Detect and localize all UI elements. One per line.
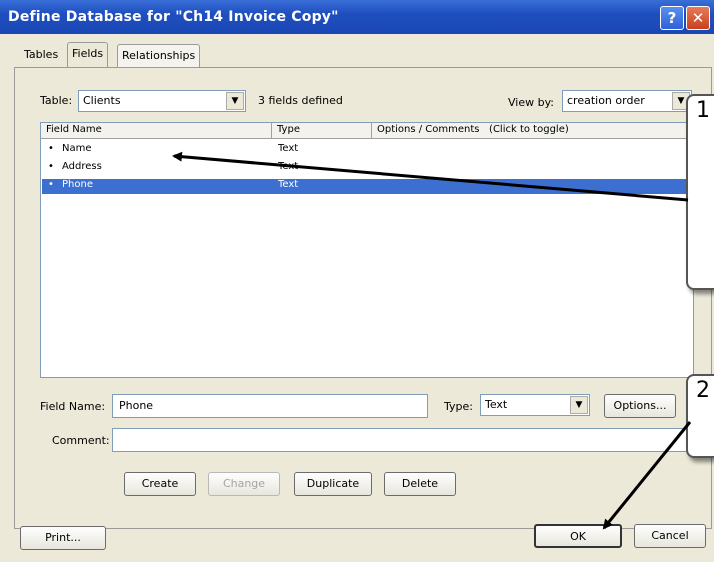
callout-arrows xyxy=(172,151,692,530)
callout-arrow-2 xyxy=(602,421,692,530)
callout-arrow-1 xyxy=(172,151,689,202)
